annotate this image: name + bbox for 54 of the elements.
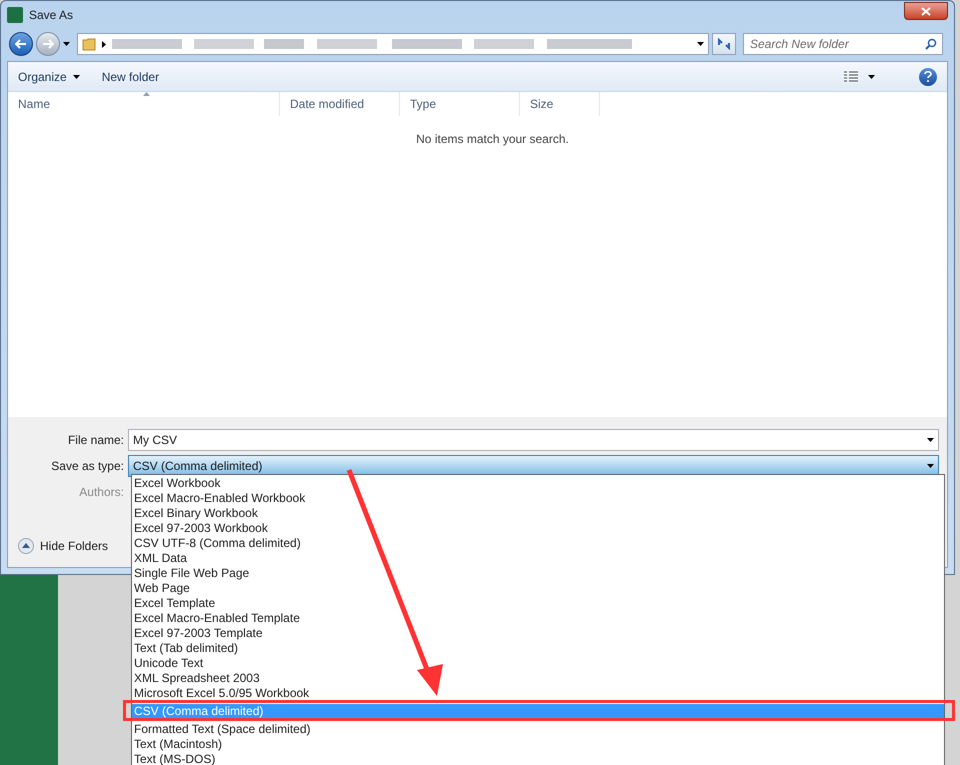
file-name-field[interactable]: My CSV [128,429,939,451]
folder-icon [82,37,96,51]
view-options-button[interactable] [844,70,875,82]
save-as-type-label: Save as type: [50,458,125,475]
list-view-icon [844,70,858,82]
forward-arrow-icon [42,39,54,49]
toolbar-button[interactable]: New folder [102,68,160,86]
close-button[interactable] [904,2,948,20]
caret-icon [72,74,80,78]
column-header[interactable]: Size [520,92,600,116]
refresh-button[interactable] [712,33,736,55]
type-option[interactable]: Formatted Text (Space delimited) [132,722,944,737]
type-option[interactable]: XML Spreadsheet 2003 [132,671,944,686]
type-option[interactable]: Excel Template [132,596,944,611]
close-icon [921,6,931,16]
caret-icon [927,438,934,442]
caret-icon [868,74,875,78]
empty-message: No items match your search. [416,131,569,148]
chevron-icon [102,40,106,48]
column-header[interactable]: Name [8,92,280,116]
column-header[interactable]: Date modified [280,92,400,116]
type-option[interactable]: Unicode Text [132,656,944,671]
type-option[interactable]: Single File Web Page [132,566,944,581]
collapse-icon [18,538,34,554]
back-arrow-icon [15,39,27,49]
type-option[interactable]: Text (Macintosh) [132,737,944,752]
back-button[interactable] [9,32,33,56]
caret-icon [927,464,934,468]
type-option[interactable]: Excel Binary Workbook [132,506,944,521]
help-icon [924,71,932,82]
address-dropdown-caret-icon [697,42,704,46]
address-bar[interactable] [77,33,709,55]
type-option[interactable]: Excel Macro-Enabled Workbook [132,491,944,506]
search-field[interactable]: Search New folder [743,33,943,55]
type-option[interactable]: Web Page [132,581,944,596]
sort-arrow-icon [143,92,150,96]
type-option[interactable]: Excel 97-2003 Workbook [132,521,944,536]
type-option[interactable]: Excel 97-2003 Template [132,626,944,641]
column-header[interactable]: Type [400,92,520,116]
type-option[interactable]: CSV UTF-8 (Comma delimited) [132,536,944,551]
type-option[interactable]: Excel Workbook [132,476,944,491]
toolbar-button[interactable]: Organize [18,68,80,86]
type-option[interactable]: Text (Tab delimited) [132,641,944,656]
window-title: Save As [29,7,74,24]
help-button[interactable] [919,68,937,86]
type-option[interactable]: Excel Macro-Enabled Template [132,611,944,626]
recent-pages-caret-icon [63,42,70,46]
authors-label: Authors: [78,484,125,501]
search-icon [925,38,937,50]
type-option[interactable]: XML Data [132,551,944,566]
hide-folders-button[interactable]: Hide Folders [18,537,108,555]
app-icon [7,7,23,23]
file-name-label: File name: [66,432,125,449]
type-option[interactable]: Microsoft Excel 5.0/95 Workbook [132,686,944,701]
